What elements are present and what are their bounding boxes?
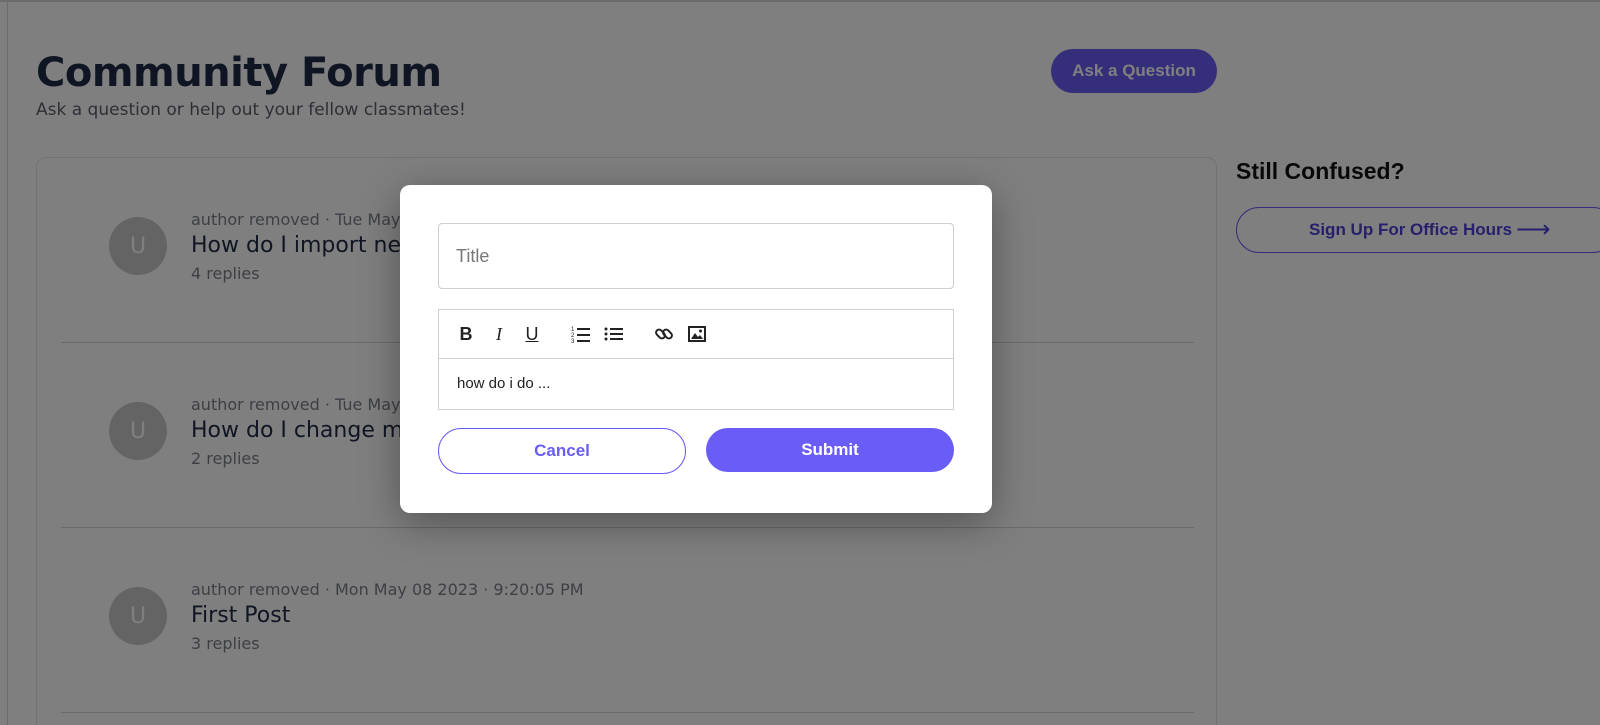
ordered-list-icon[interactable]: 1 2 3 [570, 323, 592, 345]
rich-text-editor: B I U 1 2 3 how do i do ... [438, 309, 954, 410]
svg-text:3: 3 [571, 339, 575, 343]
submit-button[interactable]: Submit [706, 428, 954, 472]
link-icon[interactable] [653, 323, 675, 345]
image-icon[interactable] [686, 323, 708, 345]
bullet-list-icon[interactable] [603, 323, 625, 345]
underline-icon[interactable]: U [521, 323, 543, 345]
cancel-button[interactable]: Cancel [438, 428, 686, 474]
title-input[interactable] [438, 223, 954, 289]
editor-toolbar: B I U 1 2 3 [439, 310, 953, 359]
ask-question-modal: B I U 1 2 3 [400, 185, 992, 513]
bold-icon[interactable]: B [455, 323, 477, 345]
italic-icon[interactable]: I [488, 323, 510, 345]
editor-content[interactable]: how do i do ... [457, 375, 550, 392]
